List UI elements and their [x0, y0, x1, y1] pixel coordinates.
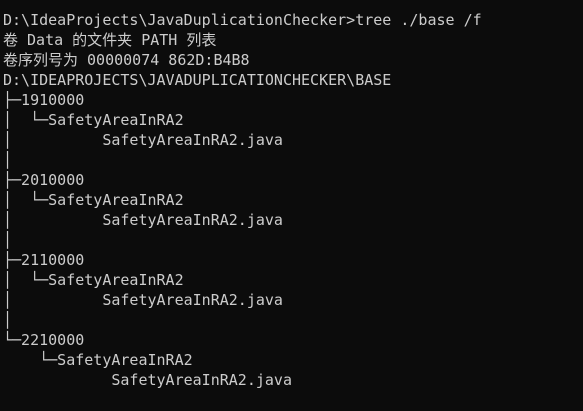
root-path-line: D:\IDEAPROJECTS\JAVADUPLICATIONCHECKER\B…	[3, 71, 392, 89]
console-window[interactable]: D:\IdeaProjects\JavaDuplicationChecker>t…	[0, 0, 583, 411]
tree-line: ├─2010000	[3, 171, 85, 189]
volume-info-line: 卷 Data 的文件夹 PATH 列表	[3, 31, 217, 49]
tree-line: └─SafetyAreaInRA2	[3, 351, 193, 369]
command-prompt-line: D:\IdeaProjects\JavaDuplicationChecker>t…	[3, 11, 482, 29]
tree-line: └─2210000	[3, 331, 85, 349]
tree-line: │	[3, 231, 13, 249]
tree-line: │ └─SafetyAreaInRA2	[3, 111, 184, 129]
tree-line: │	[3, 151, 13, 169]
tree-line: │ └─SafetyAreaInRA2	[3, 191, 184, 209]
tree-line: │ SafetyAreaInRA2.java	[3, 291, 283, 309]
tree-line: │ └─SafetyAreaInRA2	[3, 271, 184, 289]
tree-line: │	[3, 311, 13, 329]
tree-line: ├─2110000	[3, 251, 85, 269]
tree-line: │ SafetyAreaInRA2.java	[3, 131, 283, 149]
tree-line: │ SafetyAreaInRA2.java	[3, 211, 283, 229]
tree-line: ├─1910000	[3, 91, 85, 109]
serial-number-line: 卷序列号为 00000074 862D:B4B8	[3, 51, 250, 69]
tree-line: SafetyAreaInRA2.java	[3, 371, 292, 389]
